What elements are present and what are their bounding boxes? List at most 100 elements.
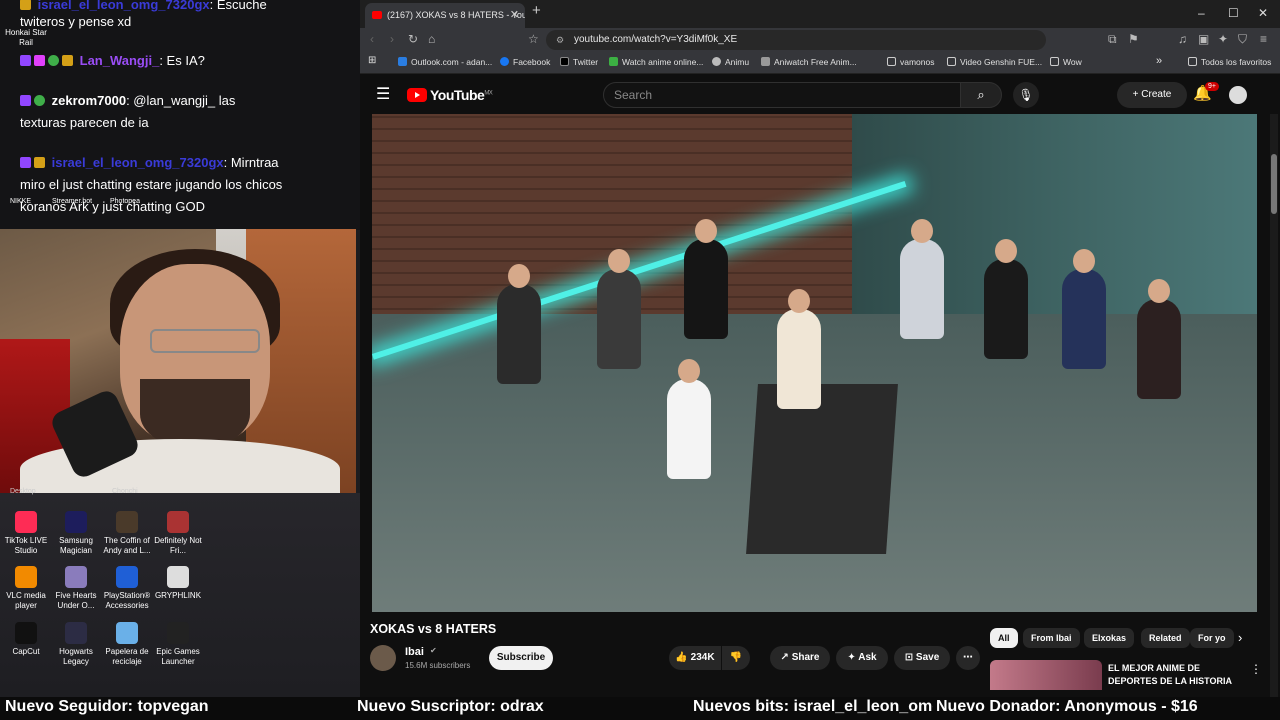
desktop-label-honkai: Honkai Star Rail	[5, 28, 47, 47]
hamburger-menu-icon[interactable]: ☰	[376, 84, 390, 104]
site-info-icon[interactable]: ⚙	[556, 30, 564, 50]
chip-for-you[interactable]: For yo	[1190, 628, 1234, 648]
bookmark-outlook[interactable]: Outlook.com - adan...	[398, 57, 492, 67]
youtube-logo[interactable]: YouTubeMX	[407, 87, 493, 103]
bookmark-icon[interactable]: ☆	[528, 32, 539, 46]
more-bookmarks-icon[interactable]: »	[1156, 55, 1162, 67]
bookmark-aniwatch[interactable]: Aniwatch Free Anim...	[761, 57, 857, 67]
shortcut-label: Definitely Not Fri...	[154, 536, 202, 555]
save-label: Save	[915, 652, 940, 663]
chat-message-continuation: miro el just chatting estare jugando los…	[20, 177, 283, 192]
verified-check-icon: ✔	[430, 646, 437, 655]
app-icon	[15, 622, 37, 644]
shortcut-label: The Coffin of Andy and L...	[103, 536, 151, 555]
bookmark-wow[interactable]: Wow	[1050, 57, 1082, 67]
bookmark-video-genshin[interactable]: Video Genshin FUE...	[947, 57, 1042, 67]
video-person	[984, 239, 1028, 359]
chip-elxokas[interactable]: Elxokas	[1084, 628, 1135, 648]
desktop-shortcut[interactable]: TikTok LIVE Studio	[0, 511, 52, 556]
apps-icon[interactable]: ⊞	[368, 55, 376, 66]
home-icon[interactable]: ⌂	[428, 32, 435, 46]
ask-button[interactable]: ✦ Ask	[836, 646, 888, 670]
desktop-shortcut[interactable]: The Coffin of Andy and L...	[101, 511, 153, 556]
more-actions-button[interactable]: ⋯	[956, 646, 980, 670]
shield-icon[interactable]: ⛉	[1238, 32, 1247, 47]
new-tab-button[interactable]: +	[532, 2, 541, 19]
streamer-glasses	[150, 329, 260, 353]
wallet-icon[interactable]: ▣	[1198, 32, 1209, 46]
dislike-button[interactable]: 👎	[722, 646, 750, 670]
chip-all[interactable]: All	[990, 628, 1018, 648]
create-button[interactable]: + Create	[1117, 82, 1187, 108]
chat-text: : Es IA?	[159, 53, 205, 68]
recommended-title[interactable]: EL MEJOR ANIME DE DEPORTES DE LA HISTORI…	[1108, 662, 1248, 688]
ai-icon[interactable]: ✦	[1218, 32, 1228, 46]
desktop-shortcut[interactable]: Definitely Not Fri...	[152, 511, 204, 556]
desktop-area: Desktop Chonchi TikTok LIVE Studio Samsun…	[0, 488, 360, 697]
bookmark-twitter[interactable]: Twitter	[560, 57, 598, 67]
video-player[interactable]	[372, 114, 1257, 612]
address-bar[interactable]: ⚙ youtube.com/watch?v=Y3diMf0k_XE	[546, 30, 1046, 50]
gift-badge-icon	[20, 0, 31, 10]
menu-icon[interactable]: ≡	[1260, 32, 1267, 46]
extension-icon[interactable]: ⧉	[1108, 32, 1117, 47]
like-count: 234K	[690, 652, 715, 663]
chip-from-ibai[interactable]: From Ibai	[1023, 628, 1080, 648]
video-person	[1137, 279, 1181, 399]
forward-icon[interactable]: ›	[390, 32, 394, 46]
tab-close-icon[interactable]: ✕	[510, 3, 519, 28]
folder-icon	[887, 57, 896, 66]
bookmark-vamonos[interactable]: vamonos	[887, 57, 935, 67]
bookmark-animu[interactable]: Animu	[712, 57, 749, 67]
chevron-right-icon[interactable]: ›	[1238, 630, 1242, 645]
reload-icon[interactable]: ↻	[408, 32, 418, 46]
save-button[interactable]: ⊡ Save	[894, 646, 950, 670]
page-scrollbar[interactable]	[1270, 114, 1278, 697]
bookmark-watch-anime[interactable]: Watch anime online...	[609, 57, 703, 67]
recommended-more-icon[interactable]: ⋮	[1250, 662, 1262, 676]
recommended-thumbnail[interactable]	[990, 660, 1102, 690]
tab-youtube[interactable]: (2167) XOKAS vs 8 HATERS - You... ✕	[365, 3, 525, 28]
desktop-shortcut[interactable]: Five Hearts Under O...	[50, 566, 102, 611]
minimize-button[interactable]: –	[1198, 6, 1205, 20]
more-icon: ⋯	[963, 652, 973, 663]
thumbs-down-icon: 👎	[729, 652, 743, 663]
extension-icon[interactable]: ⚑	[1128, 32, 1139, 46]
back-icon[interactable]: ‹	[370, 32, 374, 46]
chat-username: israel_el_leon_omg_7320gx	[51, 155, 224, 170]
desktop-shortcut[interactable]: Samsung Magician	[50, 511, 102, 556]
search-input[interactable]: Search	[603, 82, 961, 108]
channel-name[interactable]: Ibai	[405, 646, 424, 658]
desktop-shortcut[interactable]: Papelera de reciclaje	[101, 622, 153, 667]
desktop-shortcut[interactable]: PlayStation® Accessories	[101, 566, 153, 611]
bookmark-label: Animu	[725, 57, 750, 67]
person-head	[788, 289, 810, 313]
desktop-shortcut[interactable]: VLC media player	[0, 566, 52, 611]
chat-message: israel_el_leon_omg_7320gx: Mirntraa	[20, 152, 350, 174]
bookmark-label: Todos los favoritos	[1201, 57, 1272, 67]
bookmark-label: Wow	[1063, 57, 1082, 67]
music-icon[interactable]: ♫	[1178, 32, 1187, 46]
bookmark-facebook[interactable]: Facebook	[500, 57, 550, 67]
shortcut-label: GRYPHLINK	[154, 591, 202, 600]
all-bookmarks[interactable]: Todos los favoritos	[1188, 57, 1271, 67]
plus-icon: +	[1132, 89, 1142, 100]
scrollbar-thumb[interactable]	[1271, 154, 1277, 214]
desktop-shortcut[interactable]: GRYPHLINK	[152, 566, 204, 601]
maximize-button[interactable]: ☐	[1228, 6, 1239, 20]
desktop-shortcut[interactable]: CapCut	[0, 622, 52, 657]
share-button[interactable]: ↗ Share	[770, 646, 830, 670]
account-avatar[interactable]	[1229, 86, 1247, 104]
close-window-button[interactable]: ✕	[1258, 6, 1268, 20]
bookmark-label: Facebook	[513, 57, 551, 67]
gift-badge-icon	[62, 55, 73, 66]
folder-icon	[1188, 57, 1197, 66]
search-button[interactable]: ⌕	[960, 82, 1002, 108]
subscribe-button[interactable]: Subscribe	[489, 646, 553, 670]
desktop-shortcut[interactable]: Epic Games Launcher	[152, 622, 204, 667]
like-button[interactable]: 👍 234K	[669, 646, 721, 670]
chip-related[interactable]: Related	[1141, 628, 1190, 648]
voice-search-button[interactable]: 🎙	[1013, 82, 1039, 108]
channel-avatar[interactable]	[370, 645, 396, 671]
desktop-shortcut[interactable]: Hogwarts Legacy	[50, 622, 102, 667]
